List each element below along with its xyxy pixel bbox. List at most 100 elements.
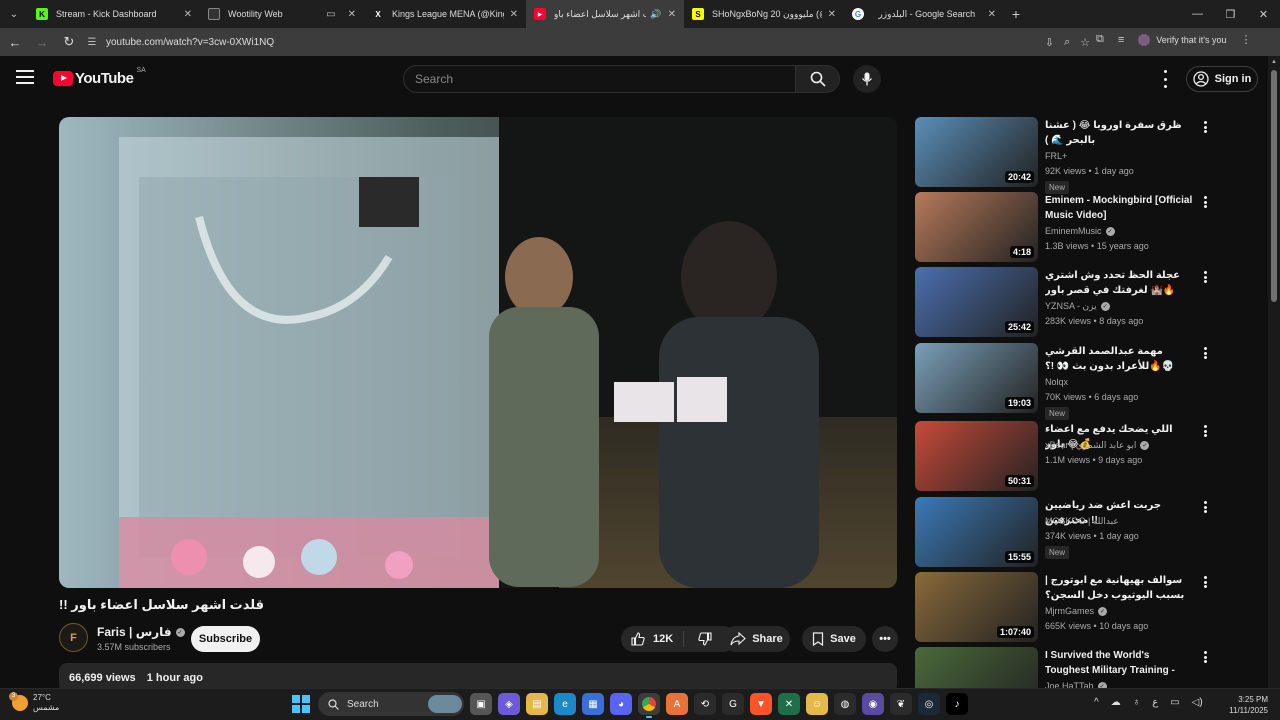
recommendation-menu-icon[interactable]	[1202, 501, 1208, 513]
video-thumbnail[interactable]: 50:31	[915, 421, 1038, 491]
restore-icon[interactable]: ❐	[1214, 0, 1247, 28]
recommendation-item[interactable]: 15:55 جربت اعش ضد رياضيين محترفين !! MOSKO…	[915, 497, 1215, 567]
recommendation-title[interactable]: سوالف بهيهانية مع ابوتورج | بسبب اليوتيو…	[1045, 573, 1193, 603]
recommendation-item[interactable]: 19:03 مهمة عبدالصمد القرشي للأعراد بدون ب…	[915, 343, 1215, 420]
search-button[interactable]	[796, 65, 840, 93]
audio-playing-icon[interactable]: 🔊	[650, 9, 661, 20]
profile-button[interactable]: Verify that it's you	[1138, 33, 1227, 46]
save-button[interactable]: Save	[802, 626, 866, 652]
tiktok-icon[interactable]: ♪	[946, 693, 968, 715]
close-icon[interactable]: ✕	[988, 9, 996, 20]
voice-search-button[interactable]	[853, 65, 881, 93]
tray-overflow-icon[interactable]: ^	[1094, 697, 1099, 708]
tab-google-search[interactable]: G البلدوزر - Google Search ✕	[844, 0, 1004, 28]
clock[interactable]: 3:25 PM 11/11/2025	[1222, 694, 1268, 716]
tab-search-button[interactable]: ⌄	[0, 0, 28, 28]
edge-icon[interactable]: e	[554, 693, 576, 715]
recommendation-channel[interactable]: Nolqx	[1045, 377, 1068, 387]
settings-menu-icon[interactable]	[1158, 70, 1172, 88]
bookmark-star-icon[interactable]: ☆	[1080, 36, 1090, 49]
channel-name[interactable]: Faris | فارس ✓	[97, 625, 185, 639]
discord-icon[interactable]: ◕	[610, 693, 632, 715]
video-player[interactable]	[59, 117, 897, 588]
steam-icon[interactable]: ◎	[918, 693, 940, 715]
recommendation-menu-icon[interactable]	[1202, 576, 1208, 588]
subscribe-button[interactable]: Subscribe	[191, 626, 260, 652]
cast-icon[interactable]: ▭	[326, 9, 335, 20]
tray-app-icon[interactable]: ☁	[1111, 697, 1121, 708]
reading-list-icon[interactable]: ≡	[1118, 34, 1124, 46]
recommendation-item[interactable]: 50:31 اللي يضحك يدفع مع اعضاء باور 😂💰 xBea…	[915, 421, 1215, 491]
extensions-puzzle-icon[interactable]: ⧉	[1096, 33, 1104, 46]
close-icon[interactable]: ✕	[348, 9, 356, 20]
close-icon[interactable]: ✕	[510, 9, 518, 20]
app-g-icon[interactable]: G	[722, 693, 744, 715]
recommendation-menu-icon[interactable]	[1202, 121, 1208, 133]
video-thumbnail[interactable]: 4:18	[915, 192, 1038, 262]
recommendation-title[interactable]: ظرق سفرة اوروبا 😂 ( عشنا بالبحر 🌊 )	[1045, 118, 1193, 148]
recommendation-item[interactable]: 25:42 عجلة الحظ تحدد وش اشتري لغرفتك في ق…	[915, 267, 1215, 337]
app-purple-icon[interactable]: ◉	[862, 693, 884, 715]
copilot-icon[interactable]: ◈	[498, 693, 520, 715]
video-thumbnail[interactable]: 20:42	[915, 117, 1038, 187]
close-icon[interactable]: ✕	[184, 9, 192, 20]
obs-icon[interactable]: ◍	[834, 693, 856, 715]
recommendation-item[interactable]: 1:07:40 سوالف بهيهانية مع ابوتورج | بسبب …	[915, 572, 1215, 642]
recommendation-item[interactable]: 20:42 ظرق سفرة اوروبا 😂 ( عشنا بالبحر 🌊 )…	[915, 117, 1215, 194]
file-explorer-icon[interactable]: ▤	[526, 693, 548, 715]
recommendation-channel[interactable]: MOSKOO | عبدالله	[1045, 516, 1119, 527]
scrollbar-thumb[interactable]	[1271, 70, 1277, 302]
taskbar-search[interactable]: Search	[318, 692, 464, 716]
tab-wootility[interactable]: Wootility Web ▭ ✕	[200, 0, 364, 28]
recommendation-item[interactable]: 4:18 Eminem - Mockingbird [Official Music…	[915, 192, 1215, 262]
tab-snapchat[interactable]: S SHoNgxBoNg 20 مليووون (@sh ✕	[684, 0, 844, 28]
recommendation-menu-icon[interactable]	[1202, 271, 1208, 283]
share-button[interactable]: Share	[723, 626, 790, 652]
recommendation-title[interactable]: I Survived the World's Toughest Military…	[1045, 648, 1193, 678]
app-feather-icon[interactable]: ❦	[890, 693, 912, 715]
chrome-icon[interactable]	[638, 693, 660, 718]
reload-icon[interactable]: ↻	[57, 30, 81, 54]
close-icon[interactable]: ✕	[668, 9, 676, 20]
like-button[interactable]: 12K	[621, 631, 684, 647]
forward-icon[interactable]: →	[30, 30, 54, 54]
close-icon[interactable]: ✕	[828, 9, 836, 20]
task-view-icon[interactable]: ▣	[470, 693, 492, 715]
brave-icon[interactable]: ▼	[750, 693, 772, 715]
network-icon[interactable]: ▭	[1170, 697, 1179, 708]
tab-kings-league[interactable]: X Kings League MENA (@KingsLe ✕	[364, 0, 526, 28]
close-window-icon[interactable]: ✕	[1247, 0, 1280, 28]
video-thumbnail[interactable]: 15:55	[915, 497, 1038, 567]
hamburger-menu-icon[interactable]	[16, 70, 34, 84]
more-actions-button[interactable]: •••	[872, 626, 898, 652]
search-input[interactable]: Search	[403, 65, 796, 93]
start-windows-icon[interactable]	[290, 693, 312, 715]
recommendation-channel[interactable]: FRL+	[1045, 151, 1067, 161]
recommendation-channel[interactable]: MjrmGames ✓	[1045, 606, 1107, 616]
channel-avatar[interactable]: F	[59, 623, 88, 652]
install-app-icon[interactable]: ⇩	[1045, 36, 1054, 49]
recommendation-title[interactable]: عجلة الحظ تحدد وش اشتري لغرفتك في قصر با…	[1045, 268, 1193, 298]
volume-icon[interactable]: ◁)	[1192, 697, 1203, 708]
store-icon[interactable]: ▦	[582, 693, 604, 715]
dislike-button[interactable]	[684, 632, 712, 646]
youtube-logo[interactable]: YouTube SA	[53, 67, 146, 87]
recommendation-menu-icon[interactable]	[1202, 425, 1208, 437]
recommendation-channel[interactable]: YZNSA - يزن ✓	[1045, 301, 1110, 312]
tab-youtube-video[interactable]: ▶ قلدت اشهر سلاسل اعضاء باو 🔊 ✕	[526, 0, 684, 28]
recommendation-title[interactable]: Eminem - Mockingbird [Official Music Vid…	[1045, 193, 1193, 223]
tab-kick-dashboard[interactable]: K Stream - Kick Dashboard ✕	[28, 0, 200, 28]
video-thumbnail[interactable]: 1:07:40	[915, 572, 1038, 642]
scroll-up-icon[interactable]: ▲	[1271, 59, 1277, 65]
app-x-icon[interactable]: ✕	[778, 693, 800, 715]
language-indicator[interactable]: ع	[1152, 697, 1158, 708]
site-info-icon[interactable]: ☰	[84, 34, 100, 50]
app-loop-icon[interactable]: ⟲	[694, 693, 716, 715]
zoom-icon[interactable]: ⌕	[1064, 36, 1070, 49]
microphone-tray-icon[interactable]: ♁	[1133, 697, 1141, 708]
emoji-app-icon[interactable]: ☺	[806, 693, 828, 715]
recommendation-menu-icon[interactable]	[1202, 347, 1208, 359]
app-a-icon[interactable]: A	[666, 693, 688, 715]
back-icon[interactable]: ←	[3, 30, 27, 54]
weather-widget[interactable]: 3 27°C مشمس	[9, 692, 59, 713]
